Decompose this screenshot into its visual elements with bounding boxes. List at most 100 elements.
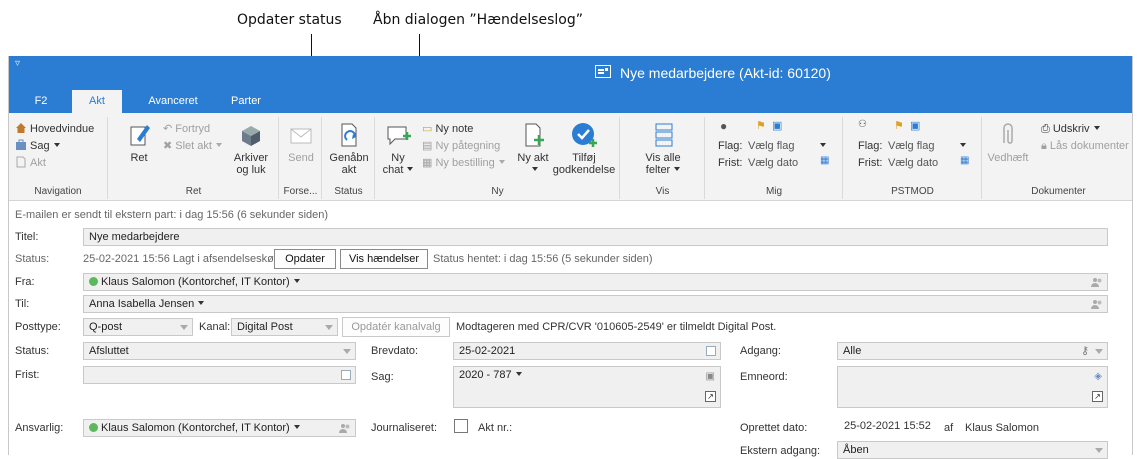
vis-haendelser-button[interactable]: Vis hændelser bbox=[340, 249, 428, 269]
people-icon[interactable] bbox=[1091, 299, 1103, 309]
pstmod-frist-label: Frist: bbox=[858, 157, 883, 169]
slet-akt-button[interactable]: ✖ Slet akt bbox=[163, 138, 222, 154]
ny-bestilling-button[interactable]: ▦ Ny bestilling bbox=[422, 155, 505, 171]
group-dokumenter: Vedhæft ⎙ Udskriv 🔒︎ Lås dokumenter Doku… bbox=[983, 117, 1134, 199]
archive-box-icon bbox=[242, 126, 260, 146]
mig-flag-label: Flag: bbox=[718, 140, 743, 152]
tab-parter[interactable]: Parter bbox=[219, 90, 273, 113]
callout-opdater-status: Opdater status bbox=[237, 12, 342, 28]
laas-dokumenter-button[interactable]: 🔒︎ Lås dokumenter bbox=[1041, 138, 1129, 154]
status2-select[interactable]: Afsluttet bbox=[83, 342, 356, 360]
chevron-down-icon bbox=[515, 372, 522, 376]
posttype-label: Posttype: bbox=[15, 321, 61, 333]
group-label-forsendelse: Forse... bbox=[283, 186, 318, 197]
adgang-select[interactable]: Alle ⚷ bbox=[837, 342, 1108, 360]
tag-icon[interactable]: ◈ bbox=[1094, 369, 1102, 385]
fra-label: Fra: bbox=[15, 276, 35, 288]
chevron-down-icon bbox=[532, 167, 538, 171]
status-label: Status: bbox=[15, 253, 50, 265]
pstmod-flag-dropdown-icon[interactable] bbox=[960, 143, 966, 147]
tab-f2[interactable]: F2 bbox=[23, 90, 59, 113]
udskriv-button[interactable]: ⎙ Udskriv bbox=[1041, 121, 1100, 137]
case-picker-icon[interactable]: ▣ bbox=[706, 369, 715, 385]
note-icon: ▭ bbox=[422, 123, 436, 135]
vedhaeft-button[interactable]: Vedhæft bbox=[987, 121, 1029, 164]
printer-icon: ⎙ bbox=[1041, 123, 1053, 135]
tab-avanceret[interactable]: Avanceret bbox=[133, 90, 213, 113]
people-icon[interactable] bbox=[1091, 277, 1103, 287]
kanal-select[interactable]: Digital Post bbox=[231, 318, 338, 336]
ny-note-button[interactable]: ▭ Ny note bbox=[422, 121, 473, 137]
pstmod-frist-select[interactable]: Vælg dato bbox=[888, 155, 938, 171]
hovedvindue-button[interactable]: Hovedvindue bbox=[15, 121, 94, 137]
pstmod-calendar-icon[interactable]: ▦ bbox=[960, 155, 969, 166]
group-label-ret: Ret bbox=[185, 186, 202, 197]
opdater-kanalvalg-button[interactable]: Opdatér kanalvalg bbox=[342, 317, 450, 337]
sag-label: Sag: bbox=[371, 371, 394, 383]
status-hentet-text: Status hentet: i dag 15:56 (5 sekunder s… bbox=[433, 253, 653, 265]
edit-pencil-icon bbox=[130, 125, 150, 146]
emneord-label: Emneord: bbox=[740, 371, 788, 383]
group-vis: Vis alle felter Vis bbox=[621, 117, 705, 199]
journaliseret-checkbox[interactable] bbox=[454, 419, 468, 433]
genaabn-akt-button[interactable]: Genåbn akt bbox=[327, 121, 371, 176]
chat-bubble-icon bbox=[387, 126, 411, 146]
dropdown-arrow-icon bbox=[180, 325, 188, 330]
calendar-icon[interactable] bbox=[706, 346, 716, 356]
group-mig: ● ⚑ ▣ Flag: Vælg flag Frist: Vælg dato ▦… bbox=[706, 117, 843, 199]
quick-access-toolbar[interactable]: ▿ bbox=[15, 58, 20, 69]
send-button[interactable]: Send bbox=[284, 121, 318, 164]
open-link-icon[interactable]: ↗ bbox=[705, 391, 716, 402]
ansvarlig-field[interactable]: Klaus Salomon (Kontorchef, IT Kontor) bbox=[83, 419, 356, 437]
key-icon: ⚷ bbox=[1080, 345, 1089, 357]
sag-button[interactable]: Sag bbox=[15, 138, 60, 154]
frist-field[interactable] bbox=[83, 366, 356, 384]
ansvarlig-label: Ansvarlig: bbox=[15, 422, 64, 434]
sag-field[interactable]: 2020 - 787 ▣ ↗ bbox=[453, 366, 721, 408]
ekstern-adgang-select[interactable]: Åben bbox=[837, 441, 1108, 459]
presence-status-icon bbox=[89, 277, 98, 286]
tilfoej-godkendelse-button[interactable]: Tilføj godkendelse bbox=[552, 121, 616, 176]
opdater-button[interactable]: Opdater bbox=[274, 249, 336, 269]
titel-field[interactable]: Nye medarbejdere bbox=[83, 228, 1108, 246]
til-label: Til: bbox=[15, 298, 30, 310]
arkiver-og-luk-button[interactable]: Arkiver og luk bbox=[229, 121, 273, 176]
fra-field[interactable]: Klaus Salomon (Kontorchef, IT Kontor) bbox=[83, 273, 1108, 291]
ret-button[interactable]: Ret bbox=[121, 121, 157, 164]
chevron-down-icon bbox=[215, 143, 222, 147]
oprettet-label: Oprettet dato: bbox=[740, 422, 808, 434]
kanal-label: Kanal: bbox=[199, 321, 231, 333]
ny-chat-button[interactable]: Ny chat bbox=[380, 121, 416, 176]
tab-akt[interactable]: Akt bbox=[72, 90, 122, 113]
group-status: Genåbn akt Status bbox=[323, 117, 375, 199]
akt-button[interactable]: Akt bbox=[15, 155, 46, 171]
status2-label: Status: bbox=[15, 345, 50, 357]
chevron-down-icon bbox=[498, 160, 505, 164]
emneord-field[interactable]: ◈ ↗ bbox=[837, 366, 1108, 408]
brevdato-field[interactable]: 25-02-2021 bbox=[453, 342, 721, 360]
undo-icon: ↶ bbox=[163, 123, 176, 135]
group-ny: Ny chat ▭ Ny note ▤ Ny påtegning ▦ Ny be… bbox=[376, 117, 620, 199]
group-label-mig: Mig bbox=[765, 186, 783, 197]
mig-flag-select[interactable]: Vælg flag bbox=[748, 138, 794, 154]
chevron-down-icon bbox=[1093, 126, 1100, 130]
til-field[interactable]: Anna Isabella Jensen bbox=[83, 295, 1108, 313]
people-icon[interactable] bbox=[339, 423, 351, 433]
frist-label: Frist: bbox=[15, 369, 40, 381]
brevdato-label: Brevdato: bbox=[371, 345, 419, 357]
calendar-icon[interactable] bbox=[341, 370, 351, 380]
dropdown-arrow-icon bbox=[343, 349, 351, 354]
kanal-info-text: Modtageren med CPR/CVR '010605-2549' er … bbox=[456, 321, 777, 333]
posttype-select[interactable]: Q-post bbox=[83, 318, 193, 336]
open-link-icon[interactable]: ↗ bbox=[1092, 391, 1103, 402]
mig-calendar-icon[interactable]: ▦ bbox=[820, 155, 829, 166]
ny-paategning-button[interactable]: ▤ Ny påtegning bbox=[422, 138, 500, 154]
ny-akt-button[interactable]: Ny akt bbox=[516, 121, 550, 176]
dropdown-arrow-icon bbox=[1095, 349, 1103, 354]
calendar-icon: ▣ bbox=[910, 120, 921, 132]
mig-flag-dropdown-icon[interactable] bbox=[820, 143, 826, 147]
vis-alle-felter-button[interactable]: Vis alle felter bbox=[635, 121, 691, 176]
mig-frist-select[interactable]: Vælg dato bbox=[748, 155, 798, 171]
pstmod-flag-select[interactable]: Vælg flag bbox=[888, 138, 934, 154]
fortryd-button[interactable]: ↶ Fortryd bbox=[163, 121, 210, 137]
